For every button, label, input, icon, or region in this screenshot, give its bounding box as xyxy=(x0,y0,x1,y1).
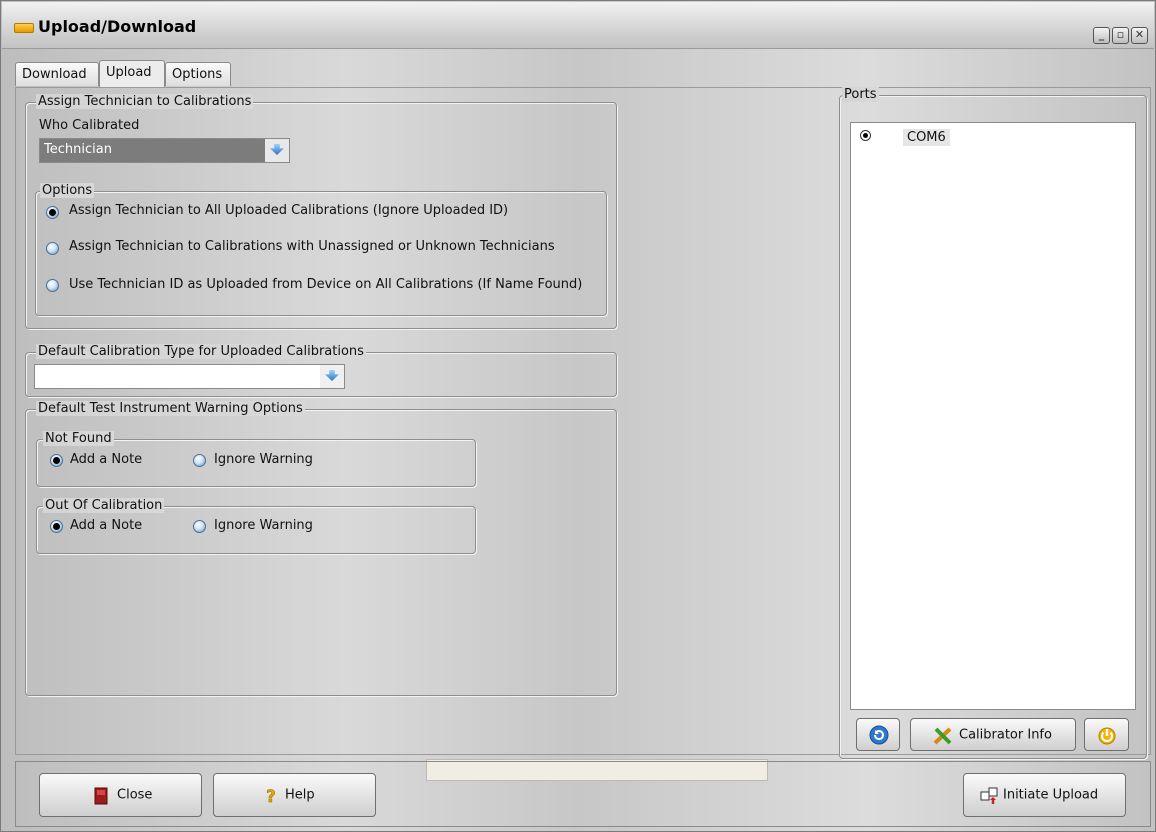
option-assign-unassigned-label[interactable]: Assign Technician to Calibrations with U… xyxy=(69,239,555,254)
port-com6-label[interactable]: COM6 xyxy=(903,129,950,146)
assign-technician-label: Assign Technician to Calibrations xyxy=(36,94,254,109)
refresh-ports-button[interactable] xyxy=(856,718,900,751)
option-use-device-id-label[interactable]: Use Technician ID as Uploaded from Devic… xyxy=(69,277,582,292)
initiate-upload-button[interactable]: Initiate Upload xyxy=(963,773,1126,817)
tab-download[interactable]: Download xyxy=(15,62,99,86)
not-found-add-note-label[interactable]: Add a Note xyxy=(70,452,142,467)
window-title: Upload/Download xyxy=(38,17,197,36)
calibration-type-label: Default Calibration Type for Uploaded Ca… xyxy=(36,344,366,359)
calibrator-info-button[interactable]: Calibrator Info xyxy=(910,718,1076,751)
out-of-cal-ignore-label[interactable]: Ignore Warning xyxy=(214,518,313,533)
option-use-device-id-radio[interactable] xyxy=(46,279,59,292)
technician-dropdown-value: Technician xyxy=(44,142,112,157)
dropdown-arrow-icon[interactable] xyxy=(320,365,344,388)
close-button[interactable]: Close xyxy=(39,773,202,817)
help-question-icon: ? xyxy=(266,787,276,805)
not-found-add-note-radio[interactable] xyxy=(50,454,63,467)
warning-options-label: Default Test Instrument Warning Options xyxy=(36,401,305,416)
power-icon xyxy=(1098,727,1116,745)
calibration-type-dropdown[interactable] xyxy=(34,364,345,389)
option-assign-unassigned-radio[interactable] xyxy=(46,242,59,255)
title-bar[interactable]: Upload/Download _ ▫ ✕ xyxy=(2,2,1154,49)
door-icon xyxy=(94,787,108,805)
tab-upload[interactable]: Upload xyxy=(99,60,165,87)
out-of-calibration-label: Out Of Calibration xyxy=(43,498,165,513)
minimize-button[interactable]: _ xyxy=(1093,27,1110,44)
options-label: Options xyxy=(40,183,95,198)
svg-text:?: ? xyxy=(266,787,276,805)
who-calibrated-label: Who Calibrated xyxy=(39,118,140,133)
help-button[interactable]: ? Help xyxy=(213,773,376,817)
help-label: Help xyxy=(285,787,315,803)
upload-transfer-icon xyxy=(980,787,998,804)
close-label: Close xyxy=(117,787,153,803)
upload-download-window: Upload/Download _ ▫ ✕ Download Upload Op… xyxy=(0,0,1156,832)
ports-label: Ports xyxy=(842,87,879,102)
not-found-label: Not Found xyxy=(43,431,114,446)
out-of-cal-ignore-radio[interactable] xyxy=(193,520,206,533)
port-com6-radio[interactable] xyxy=(860,130,871,141)
calibrator-tools-icon xyxy=(933,727,952,745)
tab-options[interactable]: Options xyxy=(165,62,231,86)
option-assign-all-label[interactable]: Assign Technician to All Uploaded Calibr… xyxy=(69,203,508,218)
restore-button[interactable]: ▫ xyxy=(1112,27,1129,44)
option-assign-all-radio[interactable] xyxy=(46,206,59,219)
dropdown-arrow-icon[interactable] xyxy=(265,139,289,162)
app-icon xyxy=(14,23,34,33)
out-of-cal-add-note-radio[interactable] xyxy=(50,520,63,533)
not-found-ignore-radio[interactable] xyxy=(193,454,206,467)
calibrator-info-label: Calibrator Info xyxy=(959,727,1052,742)
initiate-upload-label: Initiate Upload xyxy=(1003,787,1099,803)
power-button[interactable] xyxy=(1084,718,1129,751)
not-found-ignore-label[interactable]: Ignore Warning xyxy=(214,452,313,467)
close-window-button[interactable]: ✕ xyxy=(1131,27,1148,44)
out-of-cal-add-note-label[interactable]: Add a Note xyxy=(70,518,142,533)
ports-list[interactable]: COM6 xyxy=(850,122,1136,710)
technician-dropdown[interactable]: Technician xyxy=(39,138,290,163)
refresh-icon xyxy=(869,725,889,745)
